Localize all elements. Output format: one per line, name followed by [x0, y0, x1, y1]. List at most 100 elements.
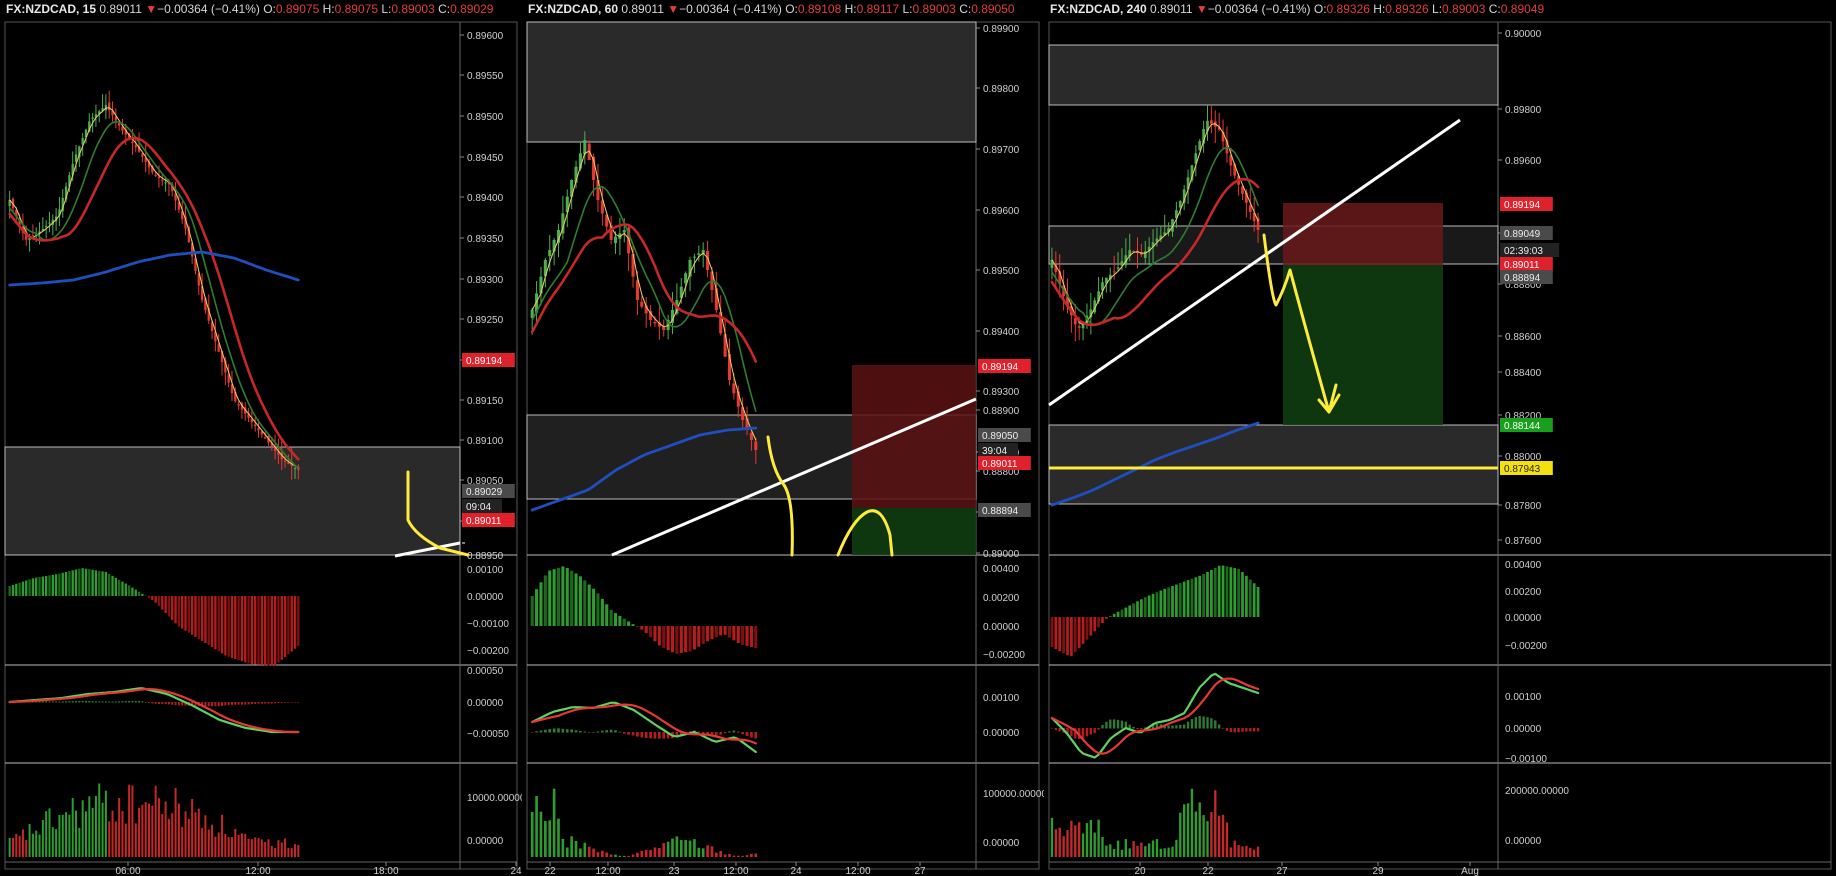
macd-histogram-bar	[1190, 719, 1194, 729]
volume-bar	[1140, 842, 1143, 857]
take-profit-zone	[1283, 265, 1443, 425]
macd-histogram-bar	[583, 731, 587, 733]
macd-histogram-bar	[221, 702, 224, 706]
volume-bar	[565, 847, 569, 857]
osc-histogram-bar	[11, 584, 15, 596]
volume-bar	[187, 819, 190, 857]
ema-slow-line	[8, 136, 300, 461]
osc-histogram-bar	[684, 626, 688, 653]
volume-bar	[1050, 817, 1054, 857]
osc-tick-label: 0.00200	[1505, 587, 1542, 598]
volume-bar	[1194, 811, 1197, 857]
macd-histogram-bar	[91, 701, 94, 703]
osc-histogram-bar	[8, 586, 11, 596]
volume-bar	[693, 839, 696, 857]
osc-histogram-bar	[1151, 593, 1155, 617]
chart-canvas[interactable]: 0.89900 0.89800 0.89700 0.89600 0.89500 0.894…	[522, 0, 1044, 876]
macd-histogram-bar	[530, 732, 534, 733]
osc-histogram-bar	[1147, 595, 1151, 617]
candle-body	[134, 145, 137, 148]
macd-histogram-bar	[662, 732, 666, 739]
macd-line	[8, 687, 300, 734]
osc-histogram-bar	[552, 569, 556, 626]
volume-bar	[1241, 846, 1244, 857]
macd-histogram-bar	[84, 700, 87, 703]
macd-histogram-bar	[104, 701, 107, 703]
osc-histogram-bar	[287, 596, 290, 655]
volume-bar	[257, 838, 260, 857]
osc-histogram-bar	[530, 596, 534, 626]
macd-histogram-bar	[1171, 725, 1174, 729]
macd-histogram-bar	[1179, 724, 1182, 729]
candle-body	[749, 432, 753, 440]
volume-bar	[55, 829, 58, 857]
osc-histogram-bar	[1171, 585, 1174, 617]
macd-histogram-bar	[552, 728, 556, 733]
osc-tick-label: −0.00100	[467, 619, 509, 630]
volume-bar	[134, 823, 137, 857]
volume-bar	[267, 839, 270, 857]
time-tick-label: 24	[790, 866, 802, 876]
chart-canvas[interactable]: 0.89600 0.89550 0.89500 0.89450 0.89400 0.893…	[0, 0, 522, 876]
osc-histogram-bar	[1124, 607, 1128, 617]
price-tick-label: 0.88400	[1505, 368, 1542, 379]
macd-histogram-bar	[544, 729, 547, 733]
volume-bar	[596, 852, 600, 857]
macd-histogram-bar	[1194, 717, 1197, 729]
volume-bar	[240, 833, 243, 857]
volume-bar	[1116, 840, 1120, 857]
osc-histogram-bar	[596, 593, 600, 626]
macd-histogram-bar	[257, 702, 260, 704]
volume-bar	[1190, 788, 1194, 857]
time-tick-label: 23	[668, 866, 680, 876]
osc-histogram-bar	[244, 596, 247, 663]
macd-histogram-bar	[224, 702, 227, 706]
chart-canvas[interactable]: 0.900000.898000.896000.894000.888000.886…	[1044, 0, 1836, 876]
macd-histogram-bar	[1253, 728, 1256, 732]
price-tick-label: 0.90000	[1505, 29, 1542, 40]
volume-bar	[260, 839, 263, 857]
osc-histogram-bar	[141, 593, 144, 596]
volume-bar	[631, 854, 635, 857]
price-tick-label: 0.89250	[467, 315, 504, 326]
volume-bar	[1198, 802, 1201, 857]
volume-bar	[104, 790, 107, 857]
macd-histogram-bar	[1225, 728, 1229, 731]
price-tick-label: 0.89000	[983, 549, 1020, 560]
macd-histogram-bar	[264, 702, 267, 704]
macd-histogram-bar	[214, 702, 217, 707]
chart-panel-15m[interactable]: FX:NZDCAD, 15 0.89011 ▼−0.00364 (−0.41%)…	[0, 0, 522, 876]
time-tick-label: 22	[544, 866, 556, 876]
osc-histogram-bar	[1210, 569, 1213, 617]
chart-panel-240m[interactable]: FX:NZDCAD, 240 0.89011 ▼−0.00364 (−0.41%…	[1044, 0, 1836, 876]
time-tick-label: 20	[1134, 866, 1146, 876]
osc-histogram-bar	[25, 580, 28, 596]
macd-histogram-bar	[204, 702, 207, 707]
osc-histogram-bar	[164, 596, 167, 614]
volume-bar	[78, 827, 81, 857]
osc-histogram-bar	[736, 626, 740, 644]
osc-histogram-bar	[197, 596, 200, 639]
price-badge-label: 09:04	[466, 502, 491, 513]
osc-histogram-bar	[1097, 617, 1100, 628]
volume-bar	[552, 788, 556, 857]
macd-histogram-bar	[1229, 728, 1232, 733]
volume-bar	[587, 846, 591, 857]
osc-histogram-bar	[38, 577, 41, 596]
take-profit-zone	[852, 508, 976, 555]
macd-histogram-bar	[297, 702, 300, 703]
macd-histogram-bar	[570, 729, 573, 733]
macd-histogram-bar	[622, 732, 626, 734]
osc-histogram-bar	[1221, 565, 1225, 617]
volume-bar	[247, 838, 250, 857]
chart-panel-60m[interactable]: FX:NZDCAD, 60 0.89011 ▼−0.00364 (−0.41%)…	[522, 0, 1044, 876]
macd-histogram-bar	[45, 701, 48, 703]
volume-bar	[1078, 822, 1081, 857]
signal-line	[1050, 677, 1260, 755]
osc-histogram-bar	[701, 626, 705, 644]
macd-histogram-bar	[627, 732, 630, 735]
macd-histogram-bar	[151, 702, 154, 704]
macd-histogram-bar	[171, 702, 174, 705]
volume-bar	[697, 847, 701, 857]
osc-histogram-bar	[640, 626, 644, 630]
